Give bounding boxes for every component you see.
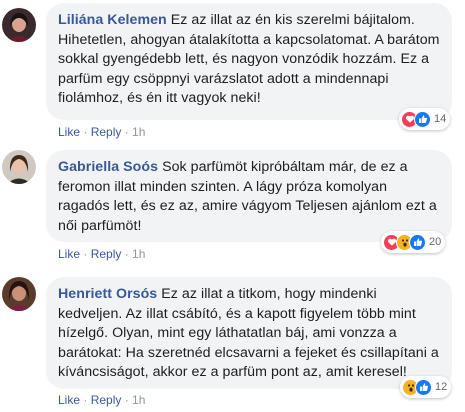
reaction-summary[interactable]: 14 bbox=[399, 108, 451, 130]
reply-link[interactable]: Reply bbox=[91, 247, 122, 261]
comment-bubble: Gabriella Soós Sok parfümöt kipróbáltam m… bbox=[46, 150, 452, 242]
reaction-summary[interactable]: 20 bbox=[381, 231, 446, 253]
like-link[interactable]: Like bbox=[58, 125, 80, 139]
timestamp[interactable]: 1h bbox=[132, 393, 145, 407]
comment-bubble: Henriett Orsós Ez az illat a titkom, hogy… bbox=[46, 277, 452, 389]
comment-author[interactable]: Henriett Orsós bbox=[58, 286, 157, 302]
like-link[interactable]: Like bbox=[58, 393, 80, 407]
comment-actions: Like · Reply · 1h bbox=[58, 247, 146, 261]
timestamp[interactable]: 1h bbox=[132, 247, 145, 261]
comment-author[interactable]: Gabriella Soós bbox=[58, 159, 158, 175]
comment-actions: Like · Reply · 1h bbox=[58, 125, 146, 139]
reaction-count: 14 bbox=[434, 113, 447, 125]
like-icon bbox=[414, 110, 431, 128]
avatar[interactable] bbox=[2, 277, 36, 311]
like-icon bbox=[409, 233, 426, 251]
reaction-count: 12 bbox=[435, 381, 448, 393]
reaction-summary[interactable]: 12 bbox=[400, 376, 452, 398]
timestamp[interactable]: 1h bbox=[132, 125, 145, 139]
comment-author[interactable]: Liliána Kelemen bbox=[58, 12, 167, 28]
comment-actions: Like · Reply · 1h bbox=[58, 393, 146, 407]
avatar[interactable] bbox=[2, 8, 36, 42]
comment-bubble: Liliána Kelemen Ez az illat az én kis sze… bbox=[46, 3, 452, 120]
reaction-count: 20 bbox=[429, 236, 442, 248]
avatar[interactable] bbox=[2, 150, 36, 184]
like-link[interactable]: Like bbox=[58, 247, 80, 261]
reply-link[interactable]: Reply bbox=[91, 125, 122, 139]
reply-link[interactable]: Reply bbox=[91, 393, 122, 407]
like-icon bbox=[415, 378, 432, 396]
